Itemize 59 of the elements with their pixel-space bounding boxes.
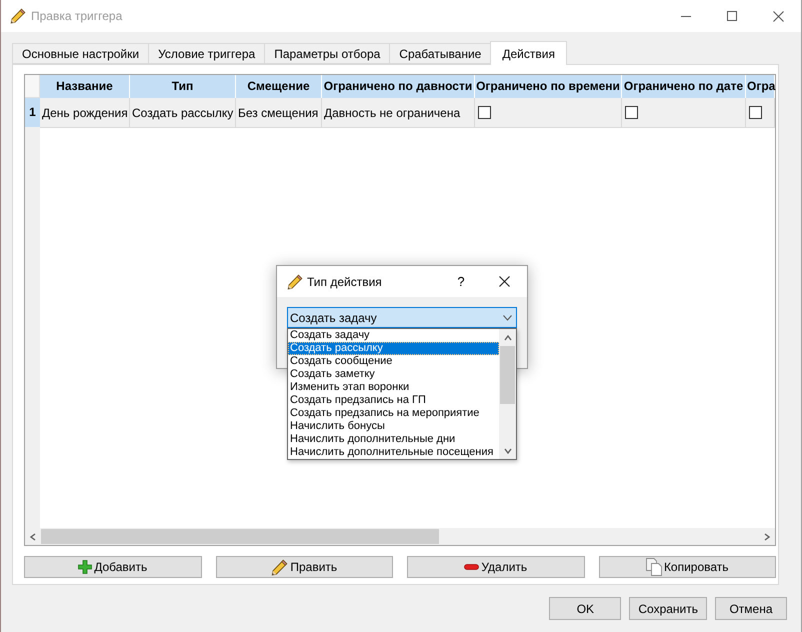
column-header[interactable]: Ограничено по давности — [322, 75, 475, 98]
tab[interactable]: Условие триггера — [148, 43, 266, 64]
combo-box[interactable]: Создать задачу — [287, 307, 517, 328]
table-cell: Создать рассылку — [130, 98, 236, 128]
dropdown-option[interactable]: Создать задачу — [288, 329, 499, 342]
maximize-icon[interactable] — [727, 11, 737, 21]
dropdown-option[interactable]: Создать сообщение — [288, 355, 499, 368]
column-header[interactable]: Ограничено по времени — [475, 75, 622, 98]
dropdown-option[interactable]: Начислить бонусы — [288, 420, 499, 433]
chevron-right-icon[interactable] — [763, 532, 771, 540]
window-title: Правка триггера — [31, 9, 122, 23]
column-header[interactable]: Ограничено по дате — [622, 75, 746, 98]
chevron-down-icon[interactable] — [503, 314, 512, 320]
chevron-up-icon[interactable] — [504, 334, 512, 342]
tab[interactable]: Основные настройки — [12, 43, 150, 64]
tab[interactable]: Действия — [490, 41, 567, 65]
horizontal-scrollbar[interactable] — [25, 528, 775, 545]
table-cell: Давность не ограничена — [322, 98, 475, 128]
tab[interactable]: Параметры отбора — [264, 43, 390, 64]
tab[interactable]: Срабатывание — [389, 43, 492, 64]
dropdown-option[interactable]: Создать рассылку — [288, 342, 499, 355]
table-cell: День рождения — [40, 98, 130, 128]
close-icon[interactable] — [772, 10, 784, 22]
scrollbar-thumb[interactable] — [41, 529, 439, 544]
pencil-icon — [287, 274, 303, 290]
dropdown-option[interactable]: Изменить этап воронки — [288, 381, 499, 394]
column-header[interactable]: Тип — [130, 75, 236, 98]
add-button[interactable]: Добавить — [24, 556, 202, 578]
close-icon[interactable] — [498, 276, 510, 287]
pencil-icon — [271, 558, 288, 576]
checkbox[interactable] — [749, 106, 762, 119]
cancel-button[interactable]: Отмена — [715, 597, 787, 620]
dropdown-option[interactable]: Создать предзапись на ГП — [288, 394, 499, 407]
dropdown-option[interactable]: Начислить дополнительные дни — [288, 433, 499, 446]
delete-button[interactable]: Удалить — [407, 556, 584, 578]
column-header[interactable]: Смещение — [236, 75, 322, 98]
vertical-scrollbar[interactable] — [499, 329, 516, 459]
chevron-down-icon[interactable] — [504, 446, 512, 454]
column-header[interactable]: Название — [40, 75, 130, 98]
chevron-left-icon[interactable] — [29, 532, 37, 540]
ok-button[interactable]: OK — [549, 597, 622, 620]
checkbox[interactable] — [625, 106, 638, 119]
dialog-title: Тип действия — [307, 274, 382, 288]
copy-icon — [646, 558, 662, 576]
minus-icon — [464, 564, 480, 570]
save-button[interactable]: Сохранить — [629, 597, 707, 620]
help-button[interactable]: ? — [441, 266, 481, 297]
edit-button[interactable]: Править — [216, 556, 393, 578]
scrollbar-thumb[interactable] — [500, 346, 515, 404]
table-cell: Без смещения — [236, 98, 322, 128]
pencil-icon — [10, 8, 26, 24]
plus-icon — [78, 560, 92, 574]
dropdown-option[interactable]: Начислить дополнительные посещения — [288, 446, 499, 459]
copy-button[interactable]: Копировать — [598, 556, 776, 578]
row-number: 1 — [25, 98, 40, 128]
checkbox[interactable] — [478, 106, 491, 119]
dropdown-option[interactable]: Создать предзапись на мероприятие — [288, 407, 499, 420]
column-header[interactable]: Огра — [746, 75, 775, 98]
dropdown-option[interactable]: Создать заметку — [288, 368, 499, 381]
